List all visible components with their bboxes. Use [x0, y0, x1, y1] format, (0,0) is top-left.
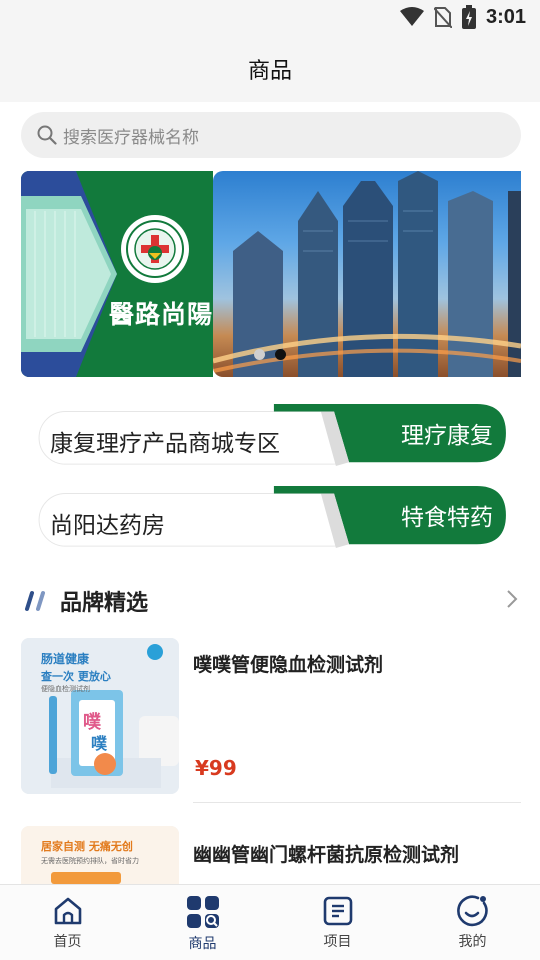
product-card[interactable]: 肠道健康 查一次 更放心 便隐血检测试剂 噗 噗 噗噗管便隐血检测试剂 ¥99 [21, 638, 521, 804]
tab-projects[interactable]: 项目 [270, 885, 405, 960]
tab-label: 商品 [188, 936, 217, 952]
tab-label: 我的 [458, 934, 487, 950]
carousel-indicator[interactable] [254, 349, 286, 360]
battery-icon [461, 5, 476, 29]
tab-home[interactable]: 首页 [0, 885, 135, 960]
bottom-tab-bar: 首页 商品 项目 我的 [0, 884, 540, 960]
product-image-text: 便隐血检测试剂 [41, 685, 90, 693]
promo-pharmacy[interactable]: 尚阳达药房 特食特药 [24, 486, 521, 548]
promo-rehab-mall[interactable]: 康复理疗产品商城专区 理疗康复 [24, 404, 521, 466]
search-input[interactable]: 搜索医疗器械名称 [21, 112, 521, 158]
page-header: 商品 [0, 36, 540, 102]
tab-products[interactable]: 商品 [135, 885, 270, 960]
home-icon [54, 897, 81, 925]
section-title: 品牌精选 [60, 591, 149, 616]
document-icon [323, 896, 352, 926]
product-price: ¥99 [195, 756, 237, 780]
divider [193, 802, 521, 803]
tab-label: 首页 [53, 934, 82, 950]
product-image-text: 肠道健康 [41, 652, 90, 666]
tab-label: 项目 [323, 934, 352, 950]
section-marker-icon [25, 591, 45, 611]
product-image-text: 噗 [91, 734, 108, 753]
promo-left-label: 康复理疗产品商城专区 [50, 431, 280, 457]
status-bar: 3:01 [0, 0, 540, 36]
search-placeholder: 搜索医疗器械名称 [63, 127, 199, 148]
product-name: 幽幽管幽门螺杆菌抗原检测试剂 [193, 844, 460, 866]
wifi-icon [399, 7, 424, 26]
page-title: 商品 [247, 59, 292, 84]
profile-icon [456, 895, 488, 927]
promo-right-label: 特食特药 [401, 505, 493, 531]
promo-right-label: 理疗康复 [401, 423, 493, 449]
product-name: 噗噗管便隐血检测试剂 [193, 654, 384, 676]
carousel-dot-active[interactable] [275, 349, 286, 360]
product-image-text: 居家自测 无痛无创 [41, 840, 133, 853]
product-image-text: 查一次 更放心 [41, 670, 111, 683]
product-image-text: 无需去医院预约排队，省时省力 [41, 857, 139, 865]
banner-slide-brand: 醫路尚陽 [21, 171, 213, 377]
product-image: 居家自测 无痛无创 无需去医院预约排队，省时省力 [21, 826, 179, 884]
carousel-dot[interactable] [254, 349, 265, 360]
no-sim-icon [433, 7, 452, 28]
product-image: 肠道健康 查一次 更放心 便隐血检测试剂 噗 噗 [21, 638, 179, 794]
products-grid-icon [186, 896, 219, 928]
section-header: 品牌精选 [24, 585, 148, 617]
banner-carousel[interactable]: 醫路尚陽 [21, 171, 521, 377]
banner-slide-city [213, 171, 521, 377]
product-card[interactable]: 居家自测 无痛无创 无需去医院预约排队，省时省力 幽幽管幽门螺杆菌抗原检测试剂 [21, 826, 521, 884]
tab-profile[interactable]: 我的 [405, 885, 540, 960]
search-icon [37, 125, 57, 145]
brand-logo-text: 醫路尚陽 [109, 300, 213, 329]
seal-logo [121, 215, 189, 283]
status-time: 3:01 [485, 5, 526, 28]
promo-left-label: 尚阳达药房 [50, 513, 165, 539]
chevron-right-icon[interactable] [505, 588, 519, 610]
